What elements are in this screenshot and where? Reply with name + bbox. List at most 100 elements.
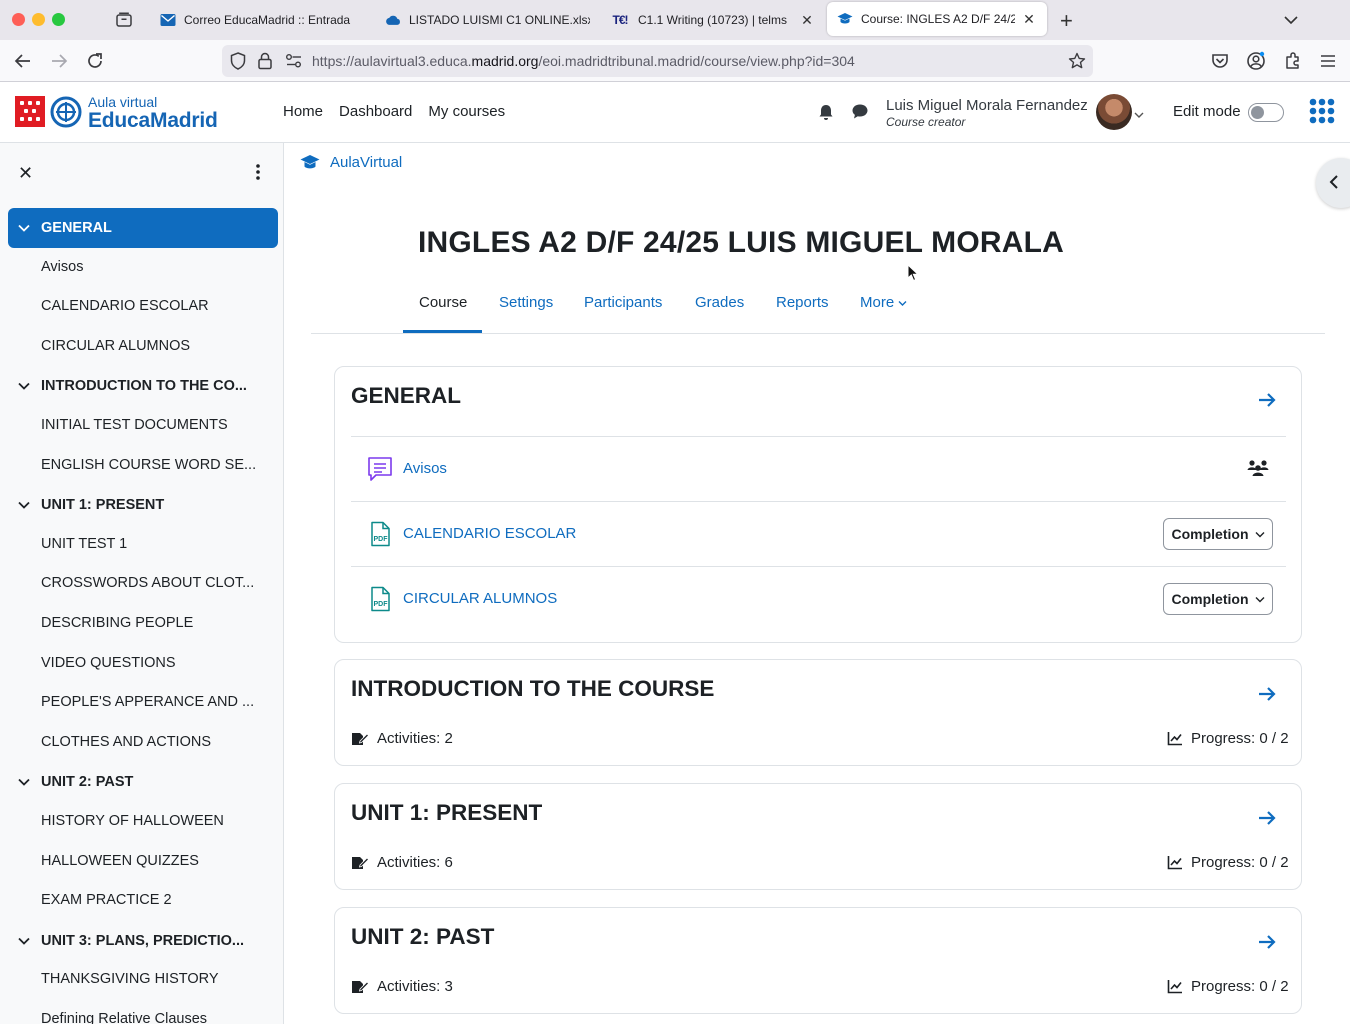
course-index-section[interactable]: UNIT 1: PRESENT <box>8 485 278 525</box>
forward-icon[interactable] <box>49 51 69 71</box>
account-icon[interactable] <box>1246 51 1266 71</box>
course-index-section[interactable]: UNIT 3: PLANS, PREDICTIO... <box>8 921 278 961</box>
permissions-icon[interactable] <box>285 52 303 75</box>
browser-tab-telms[interactable]: T€! C1.1 Writing (10723) | telms ✕ <box>600 0 825 40</box>
edit-mode-toggle[interactable] <box>1248 103 1284 122</box>
section-title[interactable]: UNIT 1: PRESENT <box>351 800 542 826</box>
user-fullname[interactable]: Luis Miguel Morala Fernandez <box>886 97 1088 114</box>
course-index-item[interactable]: DESCRIBING PEOPLE <box>41 615 261 631</box>
section-title[interactable]: GENERAL <box>351 383 461 409</box>
lock-icon[interactable] <box>258 52 272 75</box>
edit-mode-label: Edit mode <box>1173 103 1241 120</box>
course-index-item[interactable]: THANKSGIVING HISTORY <box>41 971 261 987</box>
back-icon[interactable] <box>13 51 33 71</box>
chevron-down-icon[interactable] <box>18 224 32 232</box>
section-title[interactable]: INTRODUCTION TO THE COURSE <box>351 676 714 702</box>
graduation-cap-icon <box>837 11 853 27</box>
user-avatar[interactable] <box>1096 94 1132 130</box>
course-index-section[interactable]: GENERAL <box>8 208 278 248</box>
minimize-window-button[interactable] <box>32 13 45 26</box>
course-index-item[interactable]: VIDEO QUESTIONS <box>41 655 261 671</box>
tab-title: Course: INGLES A2 D/F 24/25 LUIS MIGUEL … <box>861 12 1015 26</box>
close-window-button[interactable] <box>12 13 25 26</box>
extensions-icon[interactable] <box>1283 51 1303 71</box>
activities-icon <box>352 856 369 869</box>
arrow-right-icon[interactable] <box>1257 809 1277 832</box>
apps-grid-icon[interactable] <box>1309 98 1335 124</box>
course-index-item[interactable]: EXAM PRACTICE 2 <box>41 892 261 908</box>
course-index-item[interactable]: Avisos <box>41 259 261 275</box>
educamadrid-logo-icon[interactable] <box>50 96 82 128</box>
section-general: GENERAL Avisos PDF CALENDARIO ESCOLAR Co… <box>334 366 1302 643</box>
course-index-item[interactable]: ENGLISH COURSE WORD SE... <box>41 457 261 473</box>
maximize-window-button[interactable] <box>52 13 65 26</box>
messages-chat-icon[interactable] <box>851 103 869 125</box>
course-index-item[interactable]: CALENDARIO ESCOLAR <box>41 298 261 314</box>
chevron-down-icon[interactable] <box>18 778 32 787</box>
pocket-icon[interactable] <box>1210 51 1230 71</box>
activities-count: Activities: 2 <box>351 730 453 747</box>
breadcrumb-aulavirtual[interactable]: AulaVirtual <box>330 154 402 171</box>
close-tab-icon[interactable]: ✕ <box>799 12 815 29</box>
course-index-item[interactable]: CROSSWORDS ABOUT CLOT... <box>41 575 261 591</box>
browser-tab-spreadsheet[interactable]: LISTADO LUISMI C1 ONLINE.xlsx <box>375 0 600 40</box>
chevron-down-icon[interactable] <box>1134 106 1144 124</box>
tab-reports[interactable]: Reports <box>776 294 829 311</box>
comunidad-madrid-logo-icon[interactable] <box>15 96 45 127</box>
close-tab-icon[interactable]: ✕ <box>1021 11 1037 28</box>
tab-grades[interactable]: Grades <box>695 294 744 311</box>
browser-tab-mail[interactable]: Correo EducaMadrid :: Entrada <box>150 0 375 40</box>
kebab-menu-icon[interactable] <box>250 163 266 186</box>
bookmark-star-icon[interactable] <box>1068 52 1086 75</box>
activity-avisos: Avisos <box>351 436 1286 501</box>
course-index-item[interactable]: INITIAL TEST DOCUMENTS <box>41 417 261 433</box>
url-text[interactable]: https://aulavirtual3.educa.madrid.org/eo… <box>312 53 855 69</box>
chevron-down-icon <box>1255 596 1264 602</box>
nav-my-courses[interactable]: My courses <box>428 103 505 120</box>
section-title[interactable]: UNIT 2: PAST <box>351 924 494 950</box>
arrow-right-icon[interactable] <box>1257 685 1277 708</box>
pdf-icon: PDF <box>371 521 390 547</box>
activity-link[interactable]: Avisos <box>403 460 447 477</box>
chevron-down-icon[interactable] <box>18 937 32 945</box>
notifications-bell-icon[interactable] <box>818 103 834 126</box>
arrow-right-icon[interactable] <box>1257 933 1277 956</box>
group-mode-icon[interactable] <box>1247 459 1269 477</box>
open-block-drawer-button[interactable] <box>1316 158 1350 208</box>
arrow-right-icon[interactable] <box>1257 391 1277 414</box>
shield-icon[interactable] <box>230 52 246 75</box>
tab-course[interactable]: Course <box>419 294 467 311</box>
course-index-item[interactable]: HISTORY OF HALLOWEEN <box>41 813 261 829</box>
list-all-tabs-icon[interactable] <box>1283 12 1299 33</box>
reload-icon[interactable] <box>85 51 105 71</box>
activity-link[interactable]: CALENDARIO ESCOLAR <box>403 525 576 542</box>
tab-participants[interactable]: Participants <box>584 294 662 311</box>
activity-link[interactable]: CIRCULAR ALUMNOS <box>403 590 557 607</box>
course-index-item[interactable]: CIRCULAR ALUMNOS <box>41 338 261 354</box>
tab-settings[interactable]: Settings <box>499 294 553 311</box>
completion-dropdown-button[interactable]: Completion <box>1163 583 1273 615</box>
course-index-item[interactable]: HALLOWEEN QUIZZES <box>41 853 261 869</box>
chevron-down-icon[interactable] <box>18 382 32 391</box>
completion-dropdown-button[interactable]: Completion <box>1163 518 1273 550</box>
new-tab-button[interactable]: + <box>1060 8 1073 34</box>
course-index-item[interactable]: PEOPLE'S APPERANCE AND ... <box>41 694 261 710</box>
nav-dashboard[interactable]: Dashboard <box>339 103 412 120</box>
tab-more[interactable]: More <box>860 294 907 311</box>
browser-tab-course[interactable]: Course: INGLES A2 D/F 24/25 LUIS MIGUEL … <box>827 2 1047 36</box>
course-index-item[interactable]: Defining Relative Clauses <box>41 1011 261 1024</box>
course-index-section-label: UNIT 2: PAST <box>41 774 134 791</box>
course-index-section[interactable]: INTRODUCTION TO THE CO... <box>8 366 278 406</box>
close-drawer-icon[interactable]: ✕ <box>18 163 33 184</box>
menu-icon[interactable] <box>1318 51 1338 71</box>
course-index-item[interactable]: CLOTHES AND ACTIONS <box>41 734 261 750</box>
course-index-section[interactable]: UNIT 2: PAST <box>8 762 278 802</box>
section-introduction: INTRODUCTION TO THE COURSE Activities: 2… <box>334 659 1302 766</box>
course-index-item[interactable]: UNIT TEST 1 <box>41 536 261 552</box>
logo-subtitle: Aula virtual <box>88 94 158 110</box>
chart-line-icon <box>1167 732 1182 746</box>
chevron-down-icon[interactable] <box>18 501 32 509</box>
tab-manager-icon[interactable] <box>114 10 134 30</box>
nav-home[interactable]: Home <box>283 103 323 120</box>
address-bar[interactable]: https://aulavirtual3.educa.madrid.org/eo… <box>222 45 1093 77</box>
